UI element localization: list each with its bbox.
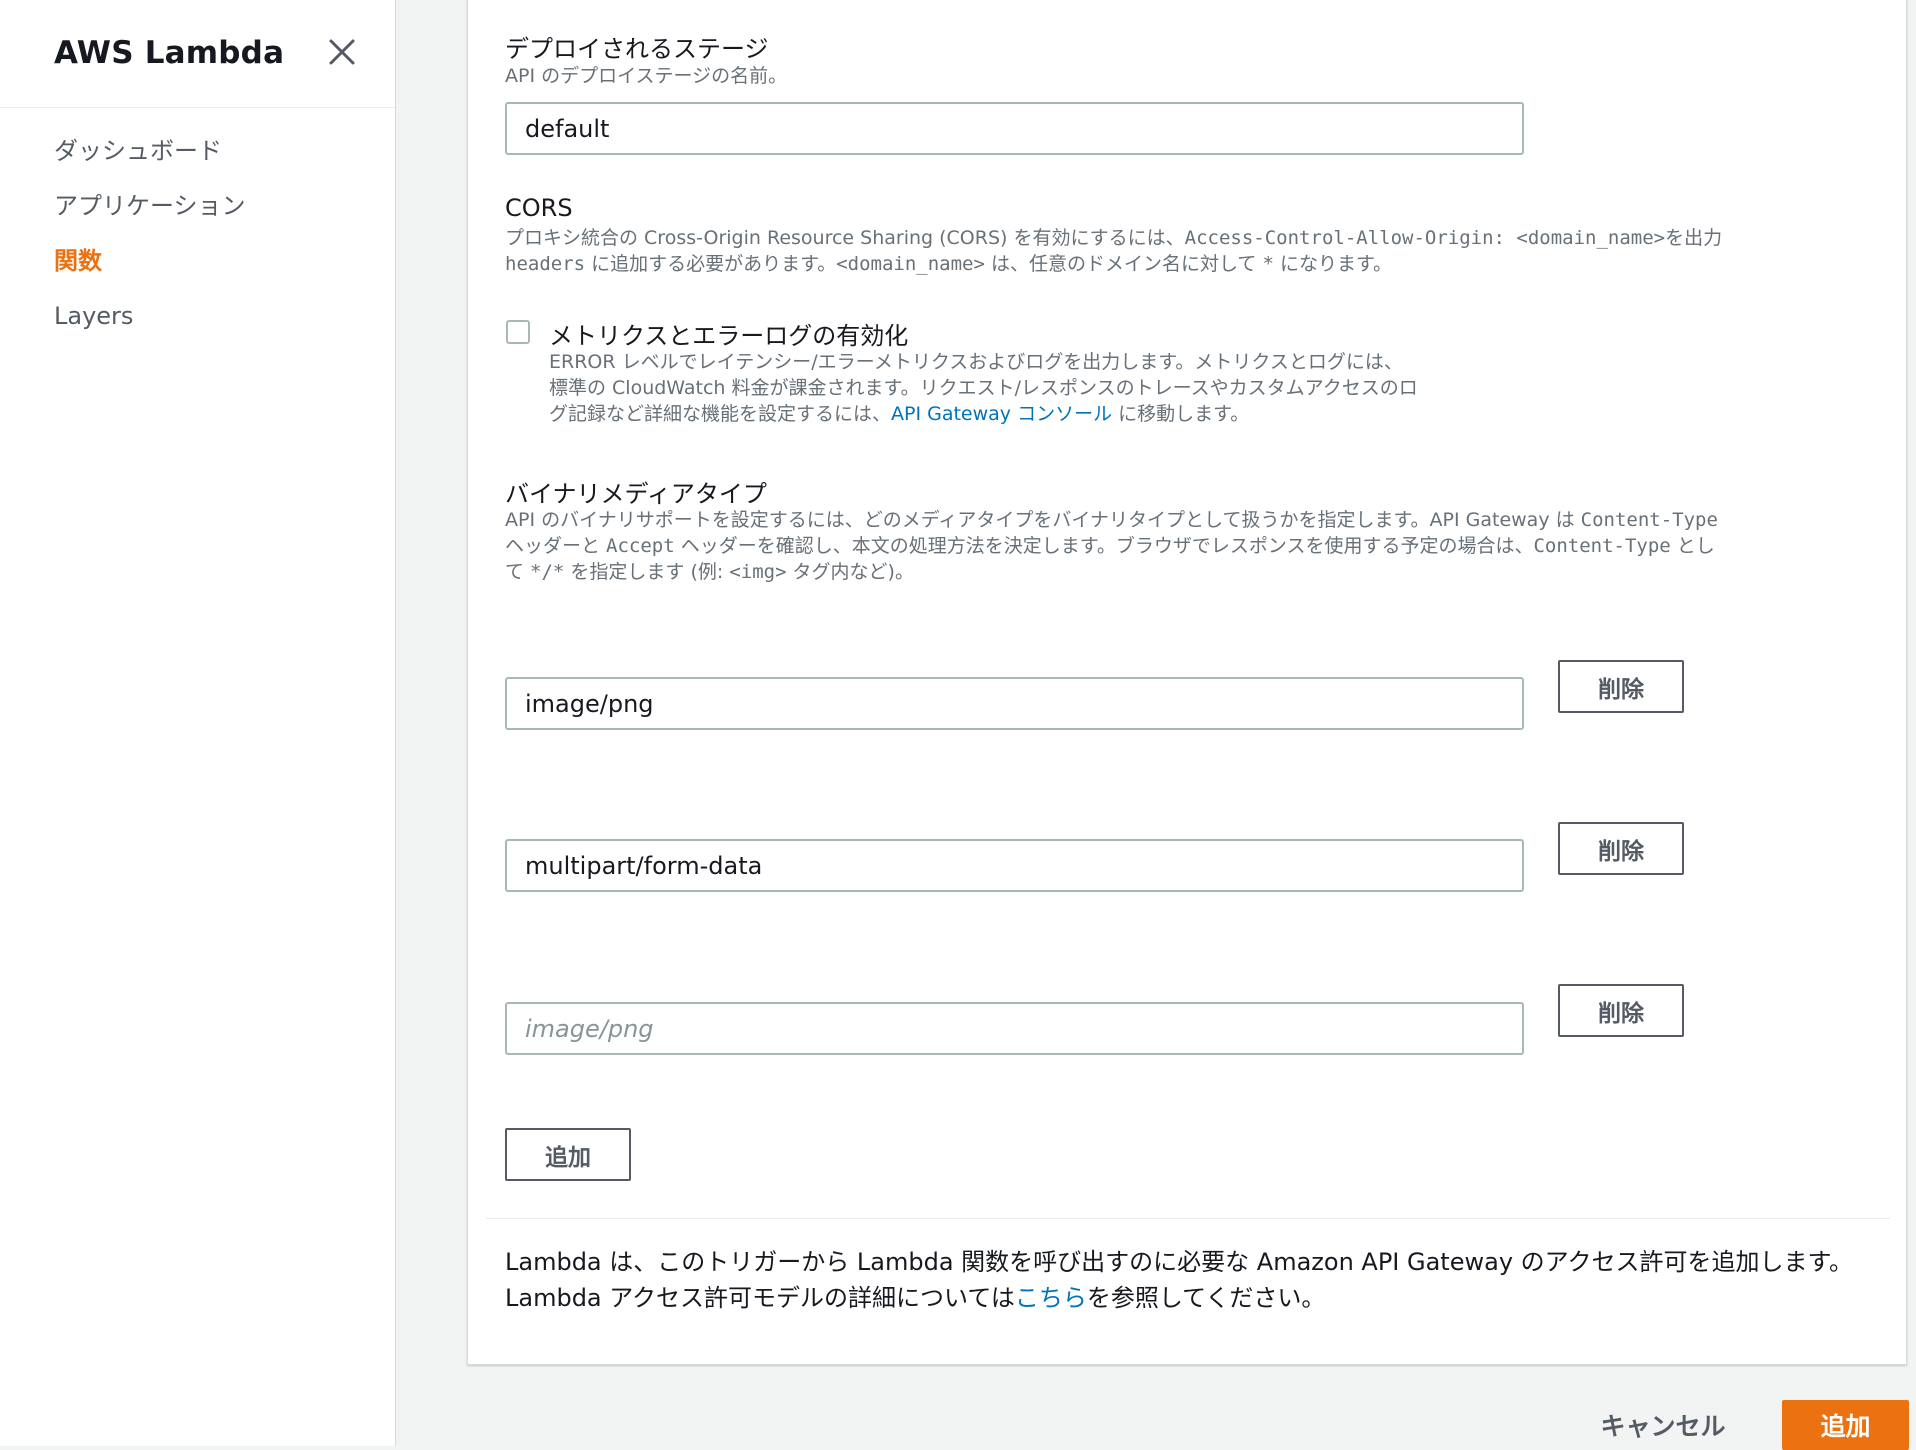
cors-desc-text: に追加する必要があります。 xyxy=(585,253,837,275)
remove-binary-type-button-1[interactable]: 削除 xyxy=(1558,660,1684,713)
sidebar: AWS Lambda ダッシュボード アプリケーション 関数 Layers xyxy=(0,0,396,1446)
binary-desc-code: <img> xyxy=(729,561,787,583)
metrics-desc-text: 標準の CloudWatch 料金が課金されます。リクエスト/レスポンスのトレー… xyxy=(549,377,1418,399)
api-gateway-console-link[interactable]: API Gateway コンソール xyxy=(891,403,1112,425)
binary-type-input-1[interactable] xyxy=(505,677,1524,730)
binary-desc-code: */* xyxy=(530,561,565,583)
submit-add-button[interactable]: 追加 xyxy=(1782,1400,1909,1450)
cors-desc-text: を出力 xyxy=(1665,227,1723,249)
add-binary-type-button[interactable]: 追加 xyxy=(505,1128,631,1181)
binary-desc-text: ヘッダーを確認し、本文の処理方法を決定します。ブラウザでレスポンスを使用する予定… xyxy=(674,535,1534,557)
sidebar-item-functions[interactable]: 関数 xyxy=(54,240,246,295)
cors-label: CORS xyxy=(505,194,573,222)
binary-type-input-3[interactable] xyxy=(505,1002,1524,1055)
permission-note-text: Lambda アクセス許可モデルの詳細については xyxy=(505,1284,1015,1312)
permission-note-text: Lambda は、このトリガーから Lambda 関数を呼び出すのに必要な Am… xyxy=(505,1248,1854,1276)
sidebar-title: AWS Lambda xyxy=(54,35,285,71)
cors-desc-code: headers xyxy=(505,253,586,275)
metrics-desc-text: ERROR レベルでレイテンシー/エラーメトリクスおよびログを出力します。メトリ… xyxy=(549,351,1403,373)
section-divider xyxy=(486,1218,1890,1219)
stage-label: デプロイされるステージ xyxy=(505,35,769,63)
sidebar-header: AWS Lambda xyxy=(0,0,395,108)
permission-model-link[interactable]: こちら xyxy=(1015,1284,1087,1312)
binary-desc-code: Accept xyxy=(606,535,675,557)
metrics-desc-text: に移動します。 xyxy=(1112,403,1250,425)
metrics-desc-text: グ記録など詳細な機能を設定するには、 xyxy=(549,403,892,425)
metrics-description: ERROR レベルでレイテンシー/エラーメトリクスおよびログを出力します。メトリ… xyxy=(549,349,1418,427)
remove-binary-type-button-3[interactable]: 削除 xyxy=(1558,984,1684,1037)
remove-binary-type-button-2[interactable]: 削除 xyxy=(1558,822,1684,875)
sidebar-item-applications[interactable]: アプリケーション xyxy=(54,185,246,240)
cors-description: プロキシ統合の Cross-Origin Resource Sharing (C… xyxy=(505,225,1722,277)
stage-input[interactable] xyxy=(505,102,1524,155)
binary-desc-text: て xyxy=(505,561,531,583)
binary-desc-text: タグ内など)。 xyxy=(786,561,914,583)
cors-desc-text: になります。 xyxy=(1273,253,1393,275)
binary-desc-code: Content-Type xyxy=(1533,535,1671,557)
binary-desc-text: とし xyxy=(1670,535,1715,557)
binary-desc-text: を指定します (例: xyxy=(564,561,730,583)
cors-desc-code: Access-Control-Allow-Origin: <domain_nam… xyxy=(1184,227,1666,249)
cors-desc-text: プロキシ統合の Cross-Origin Resource Sharing (C… xyxy=(505,227,1185,249)
permission-note: Lambda は、このトリガーから Lambda 関数を呼び出すのに必要な Am… xyxy=(505,1244,1853,1316)
binary-media-label: バイナリメディアタイプ xyxy=(505,480,767,508)
sidebar-item-dashboard[interactable]: ダッシュボード xyxy=(54,130,246,185)
binary-desc-text: API のバイナリサポートを設定するには、どのメディアタイプをバイナリタイプとし… xyxy=(505,509,1581,531)
cors-desc-text: は、任意のドメイン名に対して xyxy=(984,253,1263,275)
binary-type-input-2[interactable] xyxy=(505,839,1524,892)
stage-description: API のデプロイステージの名前。 xyxy=(505,65,788,87)
trigger-config-panel: デプロイされるステージ API のデプロイステージの名前。 CORS プロキシ統… xyxy=(467,0,1907,1365)
metrics-checkbox[interactable] xyxy=(506,320,530,344)
binary-media-description: API のバイナリサポートを設定するには、どのメディアタイプをバイナリタイプとし… xyxy=(505,507,1718,585)
cors-desc-code: <domain_name> xyxy=(836,253,985,275)
close-icon[interactable] xyxy=(326,36,358,68)
sidebar-item-layers[interactable]: Layers xyxy=(54,295,246,350)
binary-desc-code: Content-Type xyxy=(1580,509,1718,531)
metrics-label: メトリクスとエラーログの有効化 xyxy=(549,322,909,350)
sidebar-nav: ダッシュボード アプリケーション 関数 Layers xyxy=(54,130,246,350)
binary-desc-text: ヘッダーと xyxy=(505,535,607,557)
cors-desc-code: * xyxy=(1262,253,1274,275)
permission-note-text: を参照してください。 xyxy=(1086,1284,1326,1312)
cancel-button[interactable]: キャンセル xyxy=(1588,1403,1738,1447)
